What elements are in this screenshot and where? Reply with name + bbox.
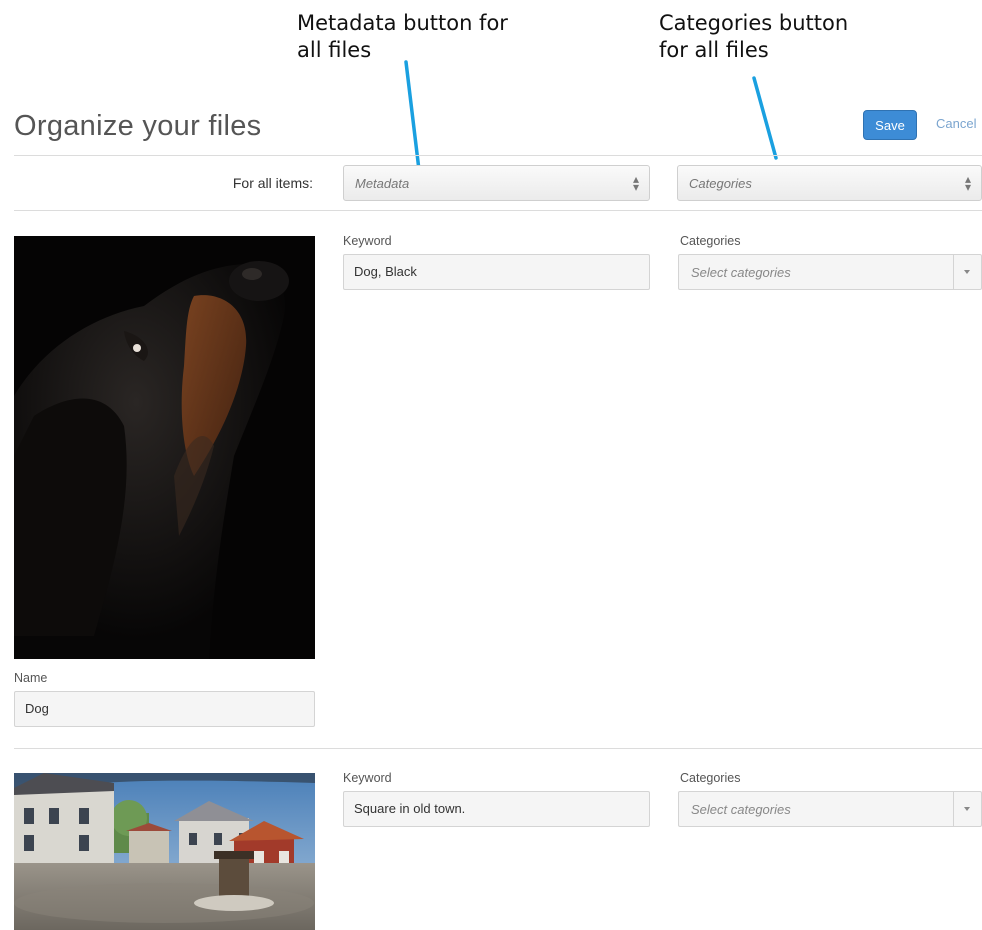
categories-select-placeholder: Select categories — [691, 802, 791, 817]
for-all-items-label: For all items: — [232, 175, 313, 191]
select-arrows-icon: ▴ ▾ — [964, 172, 971, 194]
name-input[interactable]: Dog — [14, 691, 315, 727]
categories-select-placeholder: Select categories — [691, 265, 791, 280]
keyword-label: Keyword — [343, 234, 392, 248]
metadata-callout: Metadata button for all files — [297, 10, 508, 64]
categories-select[interactable]: Select categories — [678, 791, 982, 827]
metadata-select-placeholder: Metadata — [355, 176, 410, 191]
header-divider — [14, 155, 982, 156]
categories-label: Categories — [680, 771, 741, 785]
dropdown-toggle[interactable] — [953, 255, 981, 289]
categories-arrow — [752, 76, 778, 160]
chevron-down-icon — [964, 270, 970, 274]
categories-select[interactable]: Select categories — [678, 254, 982, 290]
categories-callout-line-1: Categories button — [659, 11, 849, 35]
select-arrows-icon: ▴ ▾ — [632, 172, 639, 194]
item-divider — [14, 748, 982, 749]
keyword-label: Keyword — [343, 771, 392, 785]
page-title: Organize your files — [14, 110, 262, 142]
categories-callout: Categories button for all files — [659, 10, 848, 64]
cancel-link[interactable]: Cancel — [936, 116, 976, 131]
metadata-arrow — [404, 60, 421, 172]
categories-bulk-select[interactable]: Categories ▴ ▾ — [677, 165, 982, 201]
bulk-row-divider — [14, 210, 982, 211]
name-label: Name — [14, 671, 48, 685]
old-town-square-photo — [14, 773, 315, 930]
dog-photo — [14, 236, 315, 659]
keyword-input[interactable]: Dog, Black — [343, 254, 650, 290]
metadata-bulk-select[interactable]: Metadata ▴ ▾ — [343, 165, 650, 201]
categories-label: Categories — [680, 234, 741, 248]
metadata-callout-line-2: all files — [297, 38, 372, 62]
categories-callout-line-2: for all files — [659, 38, 769, 62]
dropdown-toggle[interactable] — [953, 792, 981, 826]
chevron-down-icon — [964, 807, 970, 811]
categories-select-placeholder: Categories — [689, 176, 752, 191]
save-button[interactable]: Save — [863, 110, 917, 140]
metadata-callout-line-1: Metadata button for — [297, 11, 508, 35]
keyword-input[interactable]: Square in old town. — [343, 791, 650, 827]
